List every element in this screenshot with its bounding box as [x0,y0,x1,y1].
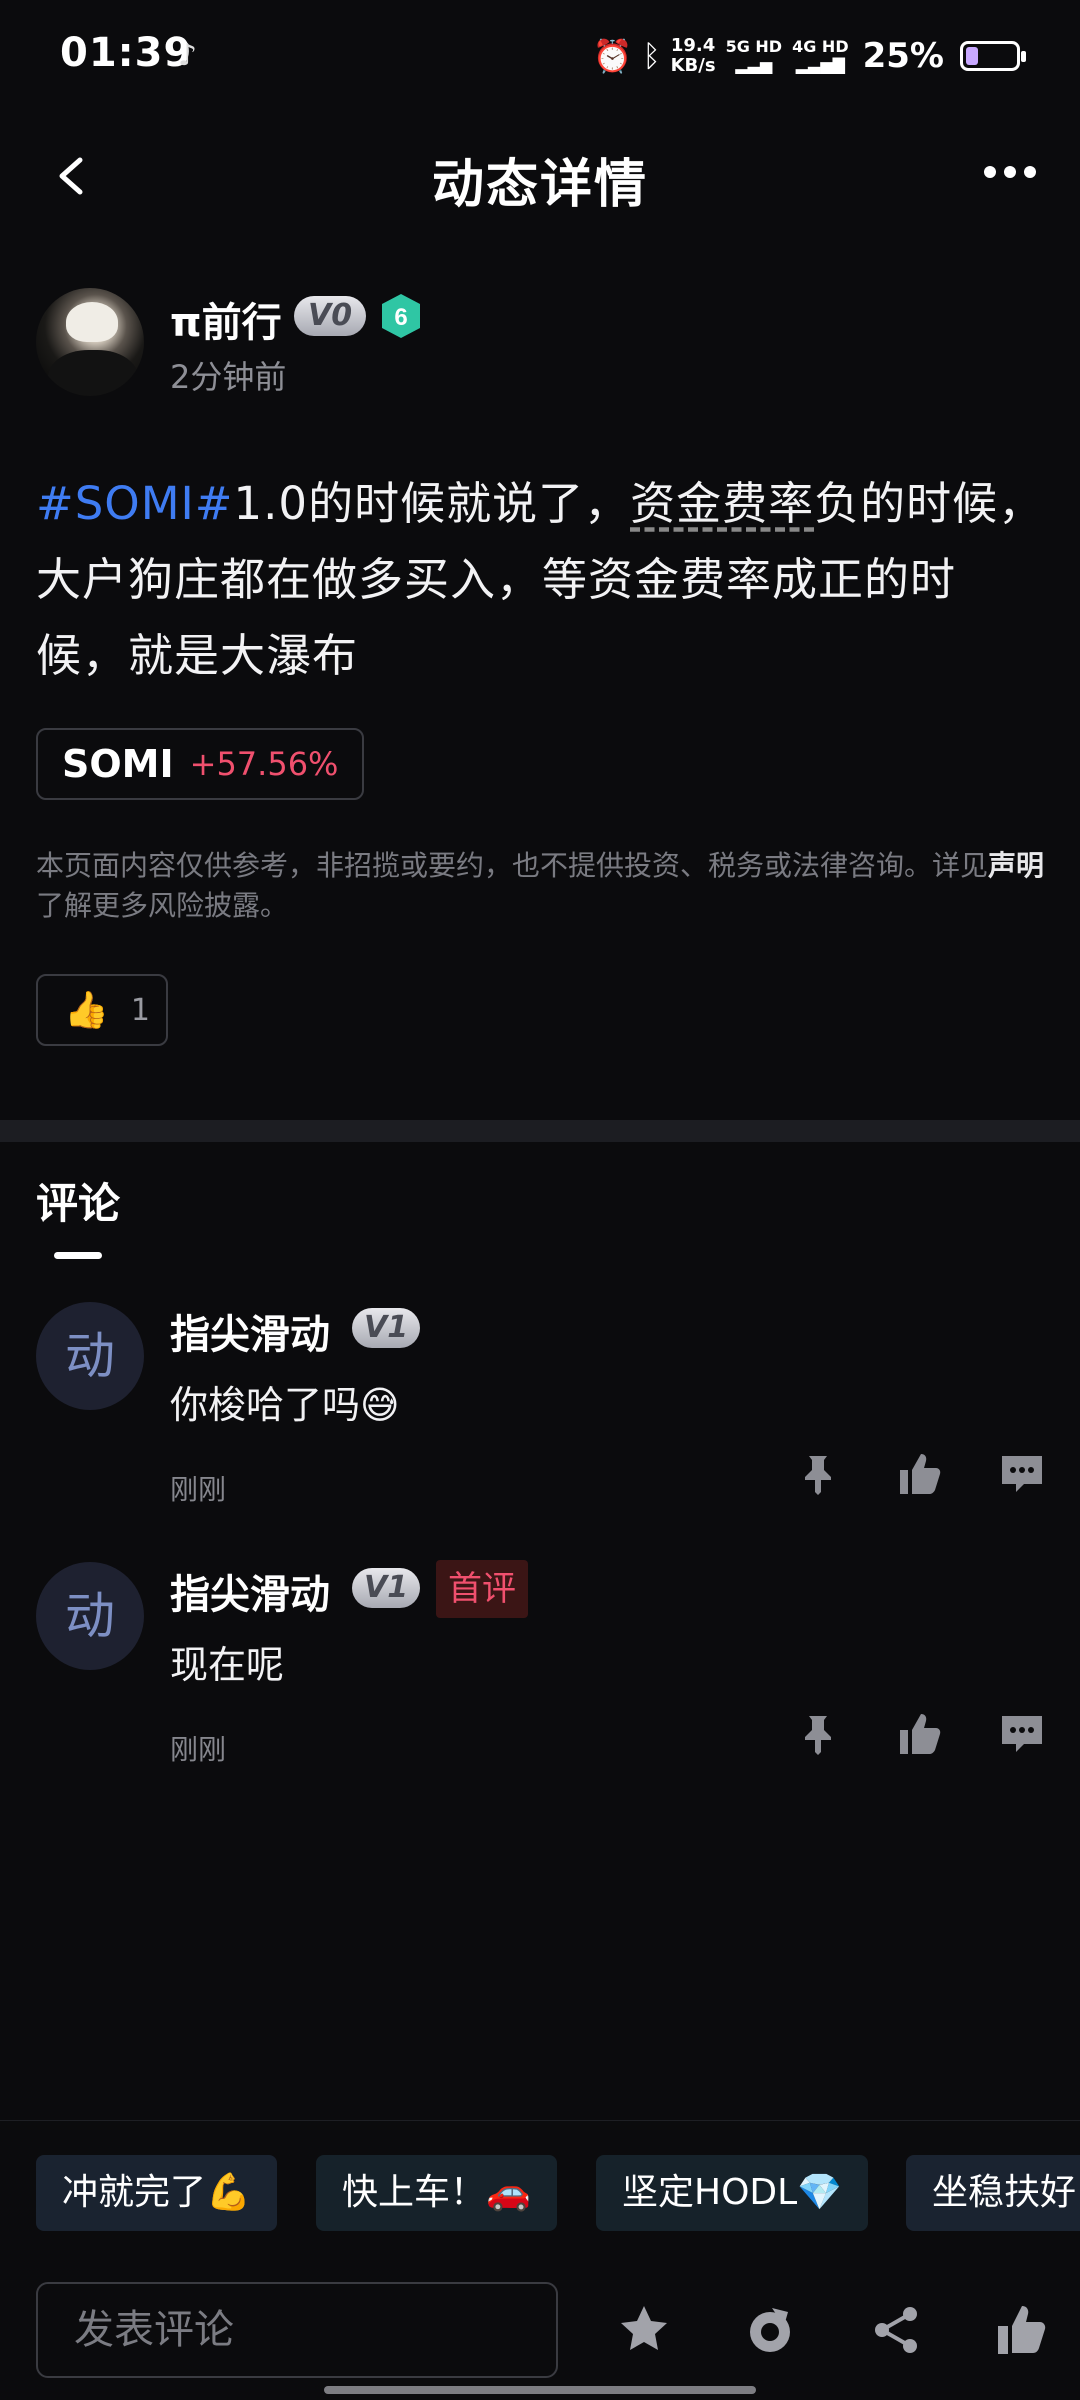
reply-button[interactable] [998,1710,1046,1758]
post-actions [616,2302,1050,2358]
post-author: π前行 V0 6 2分钟前 [36,288,1036,408]
coin-name: SOMI [62,742,174,786]
quick-reply[interactable]: 快上车！🚗 [316,2155,557,2231]
thumbs-up-emoji: 👍 [64,990,109,1031]
status-icons: ⏰ ᛒ 19.4 KB/s 5G HD ▂▃▅ 4G HD ▂▃▅▇ 25% [592,28,1026,84]
avatar[interactable]: 动 [36,1562,144,1670]
level-value: 6 [394,304,407,331]
section-divider [0,1120,1080,1142]
comment-actions [794,1450,1046,1498]
comment-text: 你梭哈了吗😅 [170,1383,400,1427]
quick-reply[interactable]: 冲就完了💪 [36,2155,277,2231]
vip-badge: V1 [352,1568,421,1608]
comment-icon [1002,1456,1042,1492]
vip-badge: V0 [294,296,367,336]
quick-reply[interactable]: 坚定HODL💎 [596,2155,869,2231]
more-icon [984,166,996,178]
pin-icon [805,1456,831,1495]
comments-tab[interactable]: 评论 [36,1170,120,1231]
more-icon [1024,166,1036,178]
vip-badge: V1 [352,1308,421,1348]
disclaimer: 本页面内容仅供参考，非招揽或要约，也不提供投资、税务或法律咨询。详见声明了解更多… [36,846,1046,926]
comment-input[interactable]: 发表评论 [36,2282,558,2378]
page-title: 动态详情 [431,155,648,215]
avatar[interactable] [36,288,144,396]
status-time: 01:39 [60,30,193,76]
tab-indicator [54,1252,102,1259]
pin-button[interactable] [794,1710,842,1758]
signal-bars-icon: ▂▃▅ [735,55,773,74]
music-note-icon: ♪ [178,38,198,73]
share-icon [875,2307,917,2353]
network-speed: 19.4 KB/s [671,36,716,76]
comment-actions [794,1710,1046,1758]
status-bar: 01:39 ♪ ⏰ ᛒ 19.4 KB/s 5G HD ▂▃▅ 4G HD ▂▃… [0,0,1080,110]
thumb-up-icon [900,1454,941,1494]
more-button[interactable] [980,160,1040,184]
disclaimer-text: 本页面内容仅供参考，非招揽或要约，也不提供投资、税务或法律咨询。详见 [36,849,989,882]
commenter-name[interactable]: 指尖滑动 [170,1302,330,1360]
comment-text: 现在呢 [170,1643,285,1687]
thumb-up-icon [900,1714,941,1754]
post-time: 2分钟前 [170,358,287,396]
comment-time: 刚刚 [170,1473,227,1506]
signal-5g-label: 5G HD [725,37,783,56]
comment-item: 动 指尖滑动 V1 首评 现在呢 刚刚 [36,1560,1046,1802]
share-button[interactable] [868,2302,924,2358]
more-icon [1004,166,1016,178]
bluetooth-icon: ᛒ [642,38,661,74]
comment-item: 动 指尖滑动 V1 你梭哈了吗😅 刚刚 [36,1302,1046,1542]
reply-button[interactable] [998,1450,1046,1498]
signal-4g-label: 4G HD [792,37,849,56]
reaction-button[interactable]: 👍 1 [36,974,168,1046]
coin-change: +57.56% [189,745,339,783]
avatar[interactable]: 动 [36,1302,144,1410]
signal-5g: 5G HD ▂▃▅ [726,38,783,74]
disclaimer-link[interactable]: 声明 [988,849,1044,882]
disclaimer-text: 了解更多风险披露。 [36,889,289,922]
top-nav: 动态详情 [0,120,1080,230]
like-button[interactable] [896,1710,944,1758]
star-icon [621,2306,667,2350]
repost-button[interactable] [742,2302,798,2358]
favorite-button[interactable] [616,2302,672,2358]
comment-icon [1002,1716,1042,1752]
commenter-name[interactable]: 指尖滑动 [170,1562,330,1620]
first-comment-badge: 首评 [436,1560,528,1618]
pin-button[interactable] [794,1450,842,1498]
coin-tag[interactable]: SOMI +57.56% [36,728,365,800]
thumb-up-icon [998,2306,1046,2354]
reaction-count: 1 [130,992,150,1028]
quick-reply[interactable]: 坐稳扶好 [906,2155,1080,2231]
home-indicator[interactable] [324,2386,756,2394]
signal-4g: 4G HD ▂▃▅▇ [792,38,849,74]
term-link[interactable]: 资金费率 [630,477,814,530]
speed-unit: KB/s [670,55,716,76]
hashtag-link[interactable]: #SOMI# [36,477,234,530]
speed-value: 19.4 [670,35,716,56]
comment-time: 刚刚 [170,1733,227,1766]
battery-percent: 25% [862,36,944,76]
repost-icon [750,2308,790,2352]
battery-icon [960,41,1026,71]
post-content: #SOMI#1.0的时候就说了，资金费率负的时候，大户狗庄都在做多买入，等资金费… [36,466,1046,694]
like-post-button[interactable] [994,2302,1050,2358]
post-text-part: 1.0的时候就说了， [233,477,631,530]
like-button[interactable] [896,1450,944,1498]
level-badge: 6 [382,294,420,338]
alarm-icon: ⏰ [592,37,633,75]
pin-icon [805,1716,831,1755]
author-name[interactable]: π前行 [170,290,282,348]
signal-bars-icon: ▂▃▅▇ [795,55,845,74]
